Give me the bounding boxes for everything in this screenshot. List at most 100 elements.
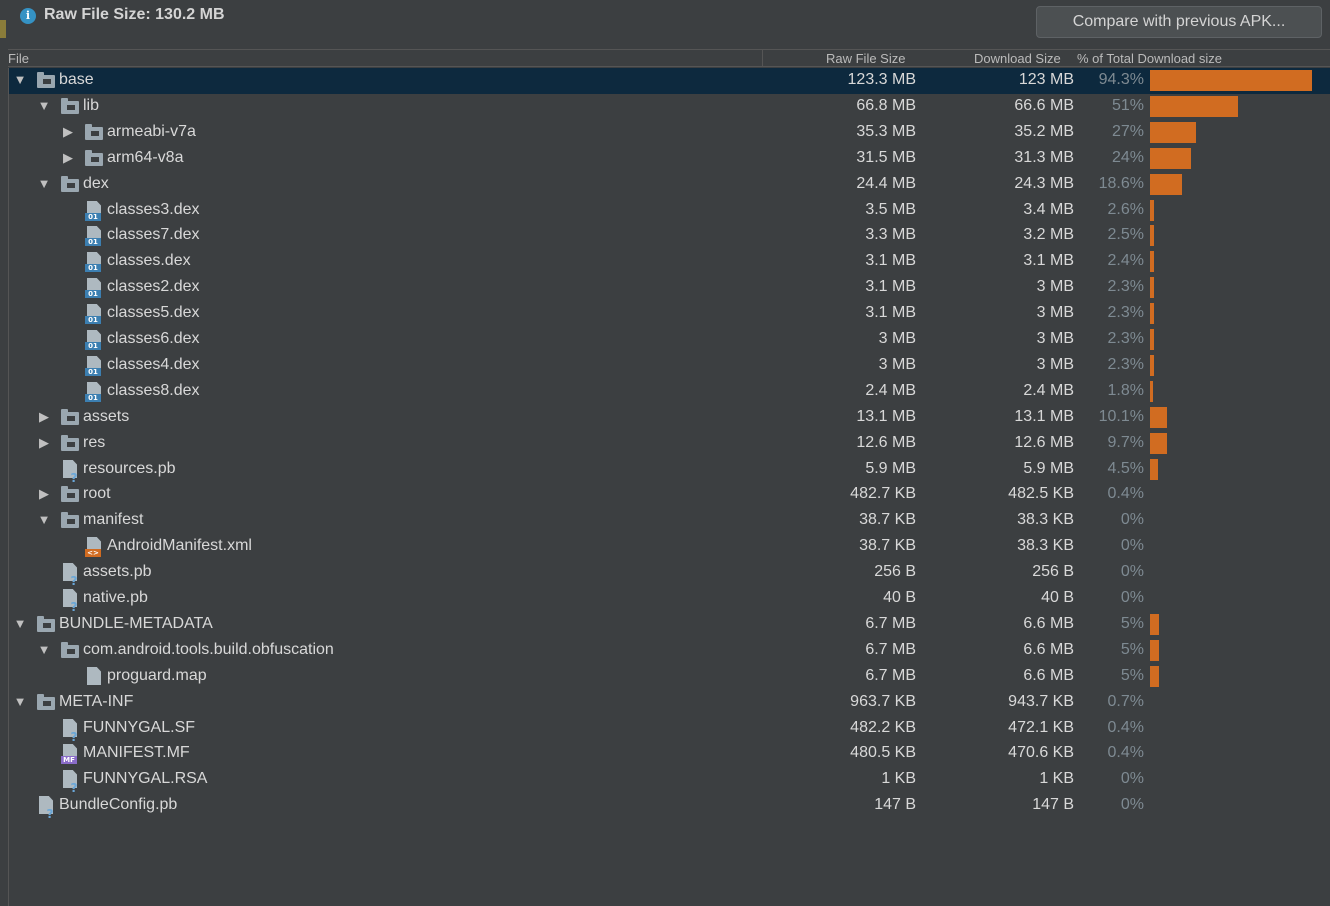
file-name: MANIFEST.MF <box>83 744 190 761</box>
collapse-arrow-icon[interactable]: ▼ <box>37 98 51 113</box>
raw-size-cell: 13.1 MB <box>856 408 916 425</box>
percent-cell: 10.1% <box>1098 408 1144 425</box>
folder-icon <box>37 71 55 91</box>
raw-size-cell: 5.9 MB <box>865 460 916 477</box>
column-divider[interactable] <box>762 50 763 67</box>
raw-size-cell: 123.3 MB <box>847 71 916 88</box>
expand-arrow-icon[interactable]: ▶ <box>37 409 51 425</box>
table-row[interactable]: 01 classes7.dex 3.3 MB 3.2 MB 2.5% <box>9 223 1330 249</box>
raw-size-cell: 3.5 MB <box>865 201 916 218</box>
table-row[interactable]: ? assets.pb 256 B 256 B 0% <box>9 560 1330 587</box>
header-download-size[interactable]: Download Size <box>974 51 1061 66</box>
table-row[interactable]: ▼ base 123.3 MB 123 MB 94.3% <box>9 68 1330 94</box>
file-name: dex <box>83 175 109 192</box>
table-row[interactable]: ? resources.pb 5.9 MB 5.9 MB 4.5% <box>9 457 1330 484</box>
size-bar <box>1150 251 1154 272</box>
table-row[interactable]: ▼ lib 66.8 MB 66.6 MB 51% <box>9 94 1330 120</box>
table-row[interactable]: ? BundleConfig.pb 147 B 147 B 0% <box>9 793 1330 820</box>
expand-arrow-icon[interactable]: ▶ <box>37 486 51 502</box>
download-size-cell: 38.3 KB <box>1017 537 1074 554</box>
file-name: FUNNYGAL.SF <box>83 719 196 736</box>
size-bar <box>1150 174 1182 195</box>
table-row[interactable]: proguard.map 6.7 MB 6.6 MB 5% <box>9 664 1330 690</box>
table-row[interactable]: ▼ com.android.tools.build.obfuscation 6.7 … <box>9 638 1330 664</box>
expand-arrow-icon[interactable]: ▶ <box>37 435 51 451</box>
table-row[interactable]: ▶ arm64-v8a 31.5 MB 31.3 MB 24% <box>9 146 1330 172</box>
file-name: META-INF <box>59 693 134 710</box>
download-size-cell: 470.6 KB <box>1008 744 1074 761</box>
size-bar <box>1150 96 1238 117</box>
folder-icon <box>61 434 79 454</box>
header-raw-file-size[interactable]: Raw File Size <box>826 51 905 66</box>
folder-icon <box>85 149 103 169</box>
toolbar: i Raw File Size: 130.2 MB Compare with p… <box>0 0 1330 48</box>
file-name: com.android.tools.build.obfuscation <box>83 641 334 658</box>
collapse-arrow-icon[interactable]: ▼ <box>13 694 27 709</box>
text-file-icon <box>85 667 103 687</box>
collapse-arrow-icon[interactable]: ▼ <box>13 72 27 87</box>
download-size-cell: 482.5 KB <box>1008 485 1074 502</box>
raw-size-cell: 66.8 MB <box>856 97 916 114</box>
raw-size-cell: 482.2 KB <box>850 719 916 736</box>
table-row[interactable]: ▼ META-INF 963.7 KB 943.7 KB 0.7% <box>9 690 1330 716</box>
table-row[interactable]: ▼ BUNDLE-METADATA 6.7 MB 6.6 MB 5% <box>9 612 1330 638</box>
download-size-cell: 35.2 MB <box>1014 123 1074 140</box>
file-name: classes8.dex <box>107 382 200 399</box>
compare-apk-button[interactable]: Compare with previous APK... <box>1036 6 1322 38</box>
table-row[interactable]: 01 classes5.dex 3.1 MB 3 MB 2.3% <box>9 301 1330 327</box>
table-row[interactable]: ? FUNNYGAL.RSA 1 KB 1 KB 0% <box>9 767 1330 794</box>
raw-size-cell: 2.4 MB <box>865 382 916 399</box>
table-row[interactable]: ? native.pb 40 B 40 B 0% <box>9 586 1330 613</box>
percent-cell: 5% <box>1120 641 1144 658</box>
expand-arrow-icon[interactable]: ▶ <box>61 124 75 140</box>
table-row[interactable]: 01 classes3.dex 3.5 MB 3.4 MB 2.6% <box>9 198 1330 224</box>
unknown-file-icon: ? <box>61 460 79 484</box>
table-row[interactable]: 01 classes8.dex 2.4 MB 2.4 MB 1.8% <box>9 379 1330 405</box>
file-name: classes6.dex <box>107 330 200 347</box>
download-size-cell: 6.6 MB <box>1023 667 1074 684</box>
percent-cell: 2.5% <box>1107 226 1144 243</box>
percent-cell: 94.3% <box>1098 71 1144 88</box>
table-row[interactable]: MF MANIFEST.MF 480.5 KB 470.6 KB 0.4% <box>9 741 1330 767</box>
dex-file-icon: 01 <box>85 278 103 298</box>
collapse-arrow-icon[interactable]: ▼ <box>37 512 51 527</box>
table-row[interactable]: 01 classes2.dex 3.1 MB 3 MB 2.3% <box>9 275 1330 301</box>
table-row[interactable]: ▼ dex 24.4 MB 24.3 MB 18.6% <box>9 172 1330 198</box>
folder-icon <box>61 175 79 195</box>
size-bar <box>1150 614 1159 635</box>
dex-file-icon: 01 <box>85 382 103 402</box>
folder-icon <box>85 123 103 143</box>
table-row[interactable]: ? FUNNYGAL.SF 482.2 KB 472.1 KB 0.4% <box>9 716 1330 743</box>
raw-size-cell: 38.7 KB <box>859 537 916 554</box>
table-row[interactable]: 01 classes6.dex 3 MB 3 MB 2.3% <box>9 327 1330 353</box>
file-tree[interactable]: ▼ base 123.3 MB 123 MB 94.3% ▼ lib 66.8 MB 66.6 … <box>8 68 1330 906</box>
header-file[interactable]: File <box>8 51 29 66</box>
table-row[interactable]: ▼ manifest 38.7 KB 38.3 KB 0% <box>9 508 1330 534</box>
file-name: classes.dex <box>107 252 191 269</box>
download-size-cell: 66.6 MB <box>1014 97 1074 114</box>
size-bar <box>1150 329 1154 350</box>
folder-icon <box>61 408 79 428</box>
table-row[interactable]: ▶ res 12.6 MB 12.6 MB 9.7% <box>9 431 1330 457</box>
raw-size-cell: 482.7 KB <box>850 485 916 502</box>
header-percent-total[interactable]: % of Total Download size <box>1077 51 1222 66</box>
download-size-cell: 31.3 MB <box>1014 149 1074 166</box>
table-row[interactable]: 01 classes4.dex 3 MB 3 MB 2.3% <box>9 353 1330 379</box>
percent-cell: 0% <box>1120 511 1144 528</box>
percent-cell: 2.6% <box>1107 201 1144 218</box>
collapse-arrow-icon[interactable]: ▼ <box>37 642 51 657</box>
table-row[interactable]: ▶ armeabi-v7a 35.3 MB 35.2 MB 27% <box>9 120 1330 146</box>
collapse-arrow-icon[interactable]: ▼ <box>13 616 27 631</box>
size-bar <box>1150 70 1312 91</box>
table-row[interactable]: 01 classes.dex 3.1 MB 3.1 MB 2.4% <box>9 249 1330 275</box>
raw-size-cell: 480.5 KB <box>850 744 916 761</box>
download-size-cell: 6.6 MB <box>1023 641 1074 658</box>
table-row[interactable]: <> AndroidManifest.xml 38.7 KB 38.3 KB 0% <box>9 534 1330 560</box>
percent-cell: 9.7% <box>1107 434 1144 451</box>
table-row[interactable]: ▶ assets 13.1 MB 13.1 MB 10.1% <box>9 405 1330 431</box>
percent-cell: 24% <box>1111 149 1144 166</box>
file-name: AndroidManifest.xml <box>107 537 252 554</box>
expand-arrow-icon[interactable]: ▶ <box>61 150 75 166</box>
collapse-arrow-icon[interactable]: ▼ <box>37 176 51 191</box>
table-row[interactable]: ▶ root 482.7 KB 482.5 KB 0.4% <box>9 482 1330 508</box>
